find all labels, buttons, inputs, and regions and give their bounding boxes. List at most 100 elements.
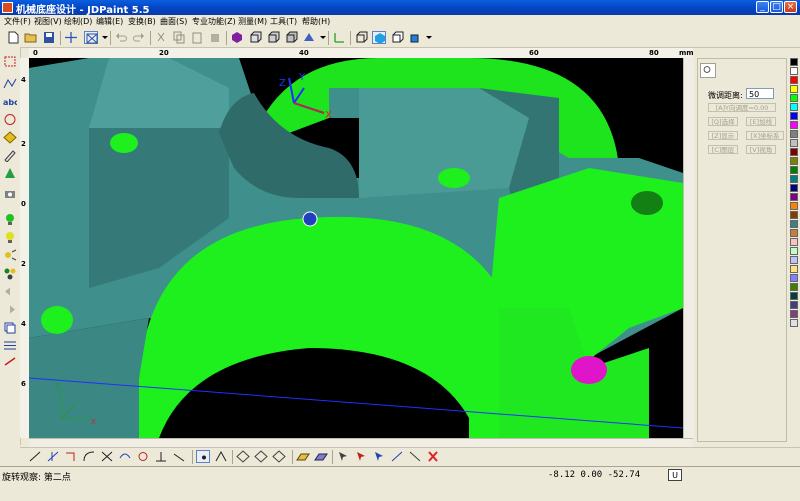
group-icon[interactable] <box>3 267 17 280</box>
diamond-grid2-icon[interactable] <box>254 450 268 463</box>
arrow-left-gray-icon[interactable] <box>3 285 17 298</box>
bulb-yellow-icon[interactable] <box>3 231 17 244</box>
wireframe-cube-icon[interactable] <box>354 31 368 44</box>
color-swatch[interactable] <box>790 85 798 93</box>
menu-tools[interactable]: 工具(T) <box>270 16 297 27</box>
solid-cube-icon[interactable] <box>230 31 244 44</box>
color-swatch[interactable] <box>790 166 798 174</box>
maximize-button[interactable]: □ <box>770 1 783 13</box>
cube-front-icon[interactable] <box>248 31 262 44</box>
tangent-icon[interactable] <box>172 450 186 463</box>
pick-edge-icon[interactable] <box>390 450 404 463</box>
copy-icon[interactable] <box>172 31 186 44</box>
pick-arrow-icon[interactable] <box>336 450 350 463</box>
view-orient-icon[interactable] <box>302 31 316 44</box>
perpendicular-icon[interactable] <box>154 450 168 463</box>
color-swatch[interactable] <box>790 76 798 84</box>
diamond-icon[interactable] <box>3 131 17 144</box>
redo-icon[interactable] <box>132 31 146 44</box>
cut-icon[interactable] <box>154 31 168 44</box>
intersect-tool-icon[interactable] <box>100 450 114 463</box>
pick-add-icon[interactable] <box>372 450 386 463</box>
measure-icon[interactable] <box>3 355 17 368</box>
rotation-center-icon[interactable] <box>302 211 318 227</box>
menu-edit[interactable]: 编辑(E) <box>96 16 123 27</box>
dropdown-arrow-icon[interactable] <box>316 31 326 44</box>
view-angle-button[interactable]: [V]视角 <box>746 145 776 154</box>
paste-icon[interactable] <box>190 31 204 44</box>
undo-icon[interactable] <box>114 31 128 44</box>
color-swatch[interactable] <box>790 94 798 102</box>
color-swatch[interactable] <box>790 238 798 246</box>
color-swatch[interactable] <box>790 256 798 264</box>
status-mode-button[interactable]: U <box>668 469 682 481</box>
menu-professional[interactable]: 专业功能(Z) <box>192 16 236 27</box>
bulb-green-icon[interactable] <box>3 213 17 226</box>
corner-tool-icon[interactable] <box>64 450 78 463</box>
color-swatch[interactable] <box>790 148 798 156</box>
diamond-grid3-icon[interactable] <box>272 450 286 463</box>
menu-file[interactable]: 文件(F) <box>4 16 31 27</box>
surface2-icon[interactable] <box>314 450 328 463</box>
menu-measure[interactable]: 测量(M) <box>238 16 267 27</box>
display-button[interactable]: [Z]显示 <box>708 131 738 140</box>
color-swatch[interactable] <box>790 283 798 291</box>
3d-viewport[interactable]: Z Y X Z X <box>29 58 683 438</box>
new-file-icon[interactable] <box>6 31 20 44</box>
color-swatch[interactable] <box>790 229 798 237</box>
color-swatch[interactable] <box>790 139 798 147</box>
layer-button[interactable]: [C]图层 <box>708 145 738 154</box>
y-scale-button[interactable]: [A]Y向调度=0.00 <box>708 103 776 112</box>
layers-icon[interactable] <box>3 321 17 334</box>
cone-icon[interactable] <box>3 167 17 180</box>
color-swatch[interactable] <box>790 184 798 192</box>
menu-draw[interactable]: 绘制(D) <box>64 16 92 27</box>
point-snap-icon[interactable] <box>196 450 210 463</box>
rectangle-select-icon[interactable] <box>3 55 17 68</box>
color-swatch[interactable] <box>790 310 798 318</box>
polyline-icon[interactable] <box>3 77 17 90</box>
color-swatch[interactable] <box>790 202 798 210</box>
close-button[interactable]: × <box>784 1 797 13</box>
menu-help[interactable]: 帮助(H) <box>302 16 330 27</box>
arc-tool-icon[interactable] <box>82 450 96 463</box>
color-swatch[interactable] <box>790 220 798 228</box>
diamond-grid-icon[interactable] <box>236 450 250 463</box>
color-swatch[interactable] <box>790 157 798 165</box>
arrow-right-gray-icon[interactable] <box>3 303 17 316</box>
color-swatch[interactable] <box>790 292 798 300</box>
grid-icon[interactable] <box>3 339 17 352</box>
color-swatch[interactable] <box>790 301 798 309</box>
delete-icon[interactable] <box>208 31 222 44</box>
color-swatch[interactable] <box>790 247 798 255</box>
vertical-scrollbar[interactable] <box>683 58 694 438</box>
cancel-x-icon[interactable] <box>426 450 440 463</box>
color-swatch[interactable] <box>790 121 798 129</box>
axes-icon[interactable] <box>332 31 346 44</box>
cube-top-icon[interactable] <box>266 31 280 44</box>
select-button[interactable]: [Q]选择 <box>708 117 738 126</box>
menu-transform[interactable]: 变换(B) <box>128 16 156 27</box>
snap-tool-icon[interactable] <box>46 450 60 463</box>
pen-icon[interactable] <box>3 149 17 162</box>
text-abc-icon[interactable]: abc <box>3 95 17 108</box>
coord-system-button[interactable]: [X]坐标系 <box>746 131 784 140</box>
color-swatch[interactable] <box>790 103 798 111</box>
color-swatch[interactable] <box>790 265 798 273</box>
dropdown-arrow-icon[interactable] <box>98 31 108 44</box>
color-swatch[interactable] <box>790 58 798 66</box>
color-swatch[interactable] <box>790 67 798 75</box>
open-folder-icon[interactable] <box>24 31 38 44</box>
render-mode-icon[interactable] <box>408 31 422 44</box>
light-source-icon[interactable] <box>3 249 17 262</box>
menu-surface[interactable]: 曲面(S) <box>160 16 187 27</box>
line-tool-icon[interactable] <box>28 450 42 463</box>
pick-all-icon[interactable] <box>408 450 422 463</box>
dropdown-arrow-icon[interactable] <box>422 31 432 44</box>
angle-snap-icon[interactable] <box>214 450 228 463</box>
color-swatch[interactable] <box>790 211 798 219</box>
select-box-icon[interactable] <box>84 31 98 44</box>
color-swatch[interactable] <box>790 274 798 282</box>
shaded-cube-icon[interactable] <box>372 31 386 44</box>
curve-tool-icon[interactable] <box>118 450 132 463</box>
